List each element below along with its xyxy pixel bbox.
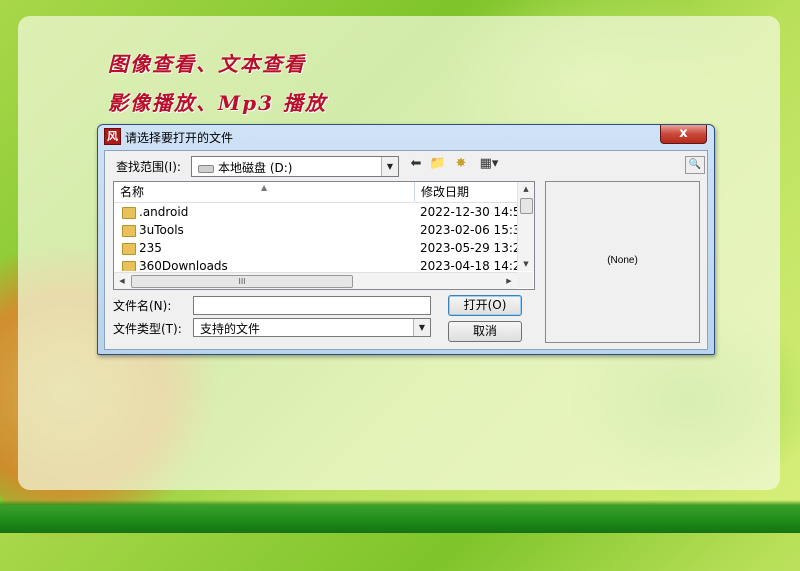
dialog-client-area: 查找范围(I): 本地磁盘 (D:) ▼ ⬅ 📁 ✸ ▦▾ 🔍 名称 ▲ 修改日… [104, 150, 708, 350]
chevron-down-icon[interactable]: ▼ [413, 319, 430, 336]
look-in-combo[interactable]: 本地磁盘 (D:) ▼ [191, 156, 399, 177]
filetype-label: 文件类型(T): [113, 322, 182, 336]
chevron-down-icon[interactable]: ▼ [381, 157, 398, 176]
filename-label: 文件名(N): [113, 299, 172, 313]
file-date: 2023-02-06 15:3 [420, 223, 517, 237]
folder-icon [122, 207, 136, 219]
view-menu-icon[interactable]: ▦▾ [476, 156, 502, 172]
column-date-label: 修改日期 [421, 185, 470, 199]
app-icon: 风 [104, 128, 121, 145]
up-folder-icon[interactable]: 📁 [429, 156, 447, 172]
scroll-down-icon[interactable]: ▼ [518, 257, 534, 271]
sort-arrow-icon: ▲ [261, 183, 268, 192]
preview-pane: (None) [545, 181, 700, 343]
drive-icon [198, 164, 214, 173]
open-file-dialog: 风 请选择要打开的文件 x 查找范围(I): 本地磁盘 (D:) ▼ ⬅ 📁 ✸… [97, 124, 715, 355]
file-date: 2023-04-18 14:2 [420, 259, 517, 271]
folder-icon [122, 243, 136, 255]
folder-icon [122, 225, 136, 237]
back-arrow-icon[interactable]: ⬅ [407, 156, 425, 172]
column-name-label: 名称 [120, 185, 145, 199]
vertical-scrollbar[interactable]: ▲ ▼ [517, 182, 534, 271]
preview-text: (None) [607, 255, 638, 266]
list-item[interactable]: 360Downloads 2023-04-18 14:2 [114, 257, 517, 271]
column-header-name[interactable]: 名称 ▲ [114, 182, 414, 203]
file-name: 3uTools [139, 223, 184, 237]
filetype-combo[interactable]: 支持的文件 ▼ [193, 318, 431, 337]
new-folder-icon[interactable]: ✸ [452, 156, 470, 172]
list-item[interactable]: 3uTools 2023-02-06 15:3 [114, 221, 517, 239]
horizontal-scroll-thumb[interactable]: III [131, 275, 353, 288]
cancel-button[interactable]: 取消 [448, 321, 522, 342]
column-header-date[interactable]: 修改日期 [415, 182, 517, 203]
file-date: 2022-12-30 14:5 [420, 205, 517, 219]
file-name: .android [139, 205, 189, 219]
close-button[interactable]: x [660, 125, 707, 144]
scroll-up-icon[interactable]: ▲ [518, 182, 534, 196]
banner-line-2: 影像播放、Mp3 播放 [108, 91, 328, 115]
banner-line-1: 图像查看、文本查看 [108, 52, 306, 76]
filetype-value: 支持的文件 [200, 322, 261, 336]
scroll-corner [517, 272, 533, 288]
file-list[interactable]: 名称 ▲ 修改日期 .android 2022-12-30 14:5 3uToo… [113, 181, 535, 290]
folder-icon [122, 261, 136, 271]
look-in-value: 本地磁盘 (D:) [218, 161, 293, 175]
list-item[interactable]: 235 2023-05-29 13:2 [114, 239, 517, 257]
file-date: 2023-05-29 13:2 [420, 241, 517, 255]
file-name: 235 [139, 241, 162, 255]
look-in-label: 查找范围(I): [116, 160, 181, 174]
file-name: 360Downloads [139, 259, 228, 271]
list-item[interactable]: .android 2022-12-30 14:5 [114, 203, 517, 221]
preview-icon[interactable]: 🔍 [685, 156, 705, 174]
filename-input[interactable] [193, 296, 431, 315]
bottom-bar [0, 505, 800, 533]
horizontal-scrollbar[interactable]: ◀ III ▶ [114, 272, 517, 289]
app-screen: { "banner": { "line1": "图像查看、文本查看", "lin… [0, 0, 800, 571]
dialog-titlebar[interactable]: 风 请选择要打开的文件 x [98, 125, 714, 147]
scroll-right-icon[interactable]: ▶ [501, 273, 517, 289]
dialog-title: 请选择要打开的文件 [125, 131, 234, 145]
vertical-scroll-thumb[interactable] [520, 198, 533, 214]
open-button[interactable]: 打开(O) [448, 295, 522, 316]
scroll-left-icon[interactable]: ◀ [114, 273, 130, 289]
